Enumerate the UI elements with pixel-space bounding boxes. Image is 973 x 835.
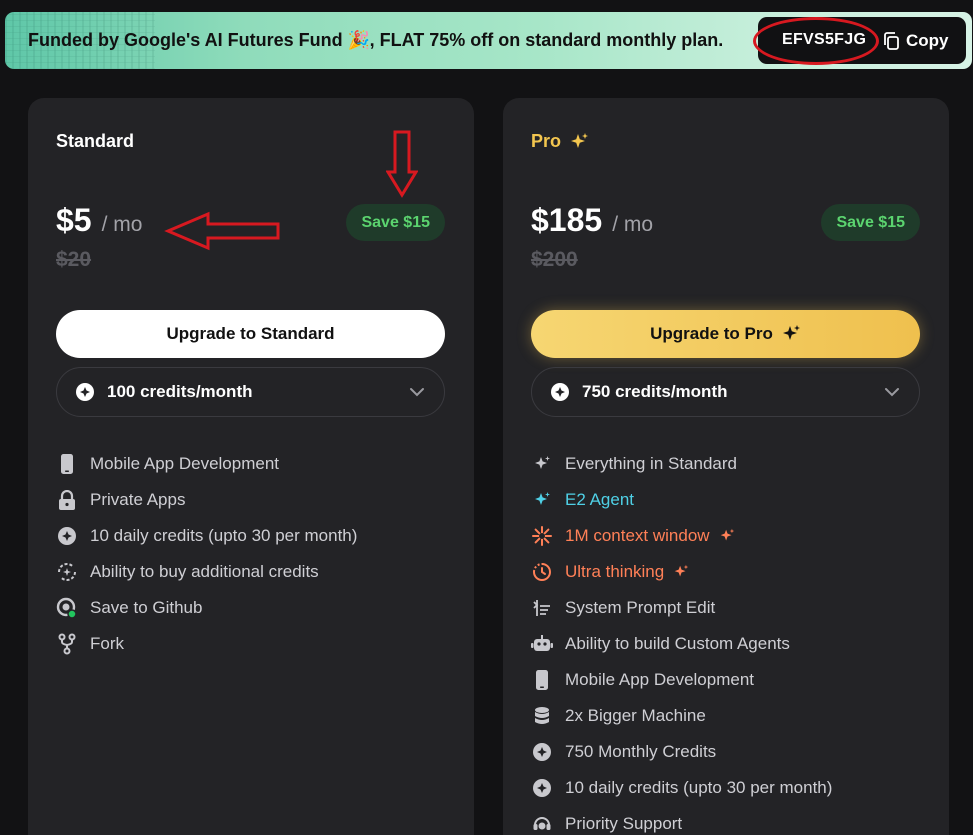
price: $5 bbox=[56, 202, 92, 238]
price-row: $5 / mo bbox=[56, 202, 142, 239]
plan-name-label: Pro bbox=[531, 131, 562, 151]
chevron-down-icon bbox=[885, 388, 899, 397]
database-icon bbox=[531, 705, 553, 727]
feature-item: Priority Support bbox=[531, 806, 832, 835]
credits-value: 100 credits/month bbox=[107, 382, 253, 401]
feature-item: Mobile App Development bbox=[56, 446, 357, 482]
phone-icon bbox=[56, 453, 78, 475]
save-badge: Save $15 bbox=[821, 204, 920, 241]
fork-icon bbox=[56, 633, 78, 655]
feature-label: Ultra thinking bbox=[565, 562, 665, 581]
annotation-circle bbox=[753, 17, 879, 65]
credits-dropdown[interactable]: 750 credits/month bbox=[531, 367, 920, 417]
feature-item: Ultra thinking bbox=[531, 554, 832, 590]
prompt-edit-icon bbox=[531, 597, 553, 619]
credits-value: 750 credits/month bbox=[582, 382, 728, 401]
feature-item: 2x Bigger Machine bbox=[531, 698, 832, 734]
old-price: $200 bbox=[531, 248, 578, 271]
price: $185 bbox=[531, 202, 603, 238]
copy-label: Copy bbox=[906, 31, 949, 50]
feature-label: 10 daily credits (upto 30 per month) bbox=[565, 778, 833, 797]
plan-name: Standard bbox=[56, 131, 135, 151]
price-row: $185 / mo bbox=[531, 202, 653, 239]
feature-label: Everything in Standard bbox=[565, 454, 737, 473]
feature-label: Priority Support bbox=[565, 814, 683, 833]
standard-plan-card: Standard $5 / mo $20 Save $15 Upgrade to… bbox=[28, 98, 474, 835]
support-icon bbox=[531, 813, 553, 835]
feature-label: 2x Bigger Machine bbox=[565, 706, 706, 725]
refresh-credit-icon bbox=[56, 561, 78, 583]
credit-icon bbox=[56, 525, 78, 547]
sparkle-icon bbox=[571, 132, 589, 148]
feature-label: Ability to build Custom Agents bbox=[565, 634, 790, 653]
feature-item: E2 Agent bbox=[531, 482, 832, 518]
feature-label: Save to Github bbox=[90, 598, 203, 617]
lock-icon bbox=[56, 489, 78, 511]
feature-label: Ability to buy additional credits bbox=[90, 562, 319, 581]
sparkle-icon bbox=[531, 453, 553, 475]
credit-icon bbox=[531, 741, 553, 763]
feature-item: Private Apps bbox=[56, 482, 357, 518]
feature-label: Private Apps bbox=[90, 490, 186, 509]
feature-item: Mobile App Development bbox=[531, 662, 832, 698]
save-badge: Save $15 bbox=[346, 204, 445, 241]
price-period: / mo bbox=[612, 213, 654, 236]
robot-icon bbox=[531, 633, 553, 655]
upgrade-label: Upgrade to Standard bbox=[166, 324, 335, 343]
credit-icon bbox=[76, 383, 94, 401]
chevron-down-icon bbox=[410, 388, 424, 397]
upgrade-pro-button[interactable]: Upgrade to Pro bbox=[531, 310, 920, 358]
credits-dropdown[interactable]: 100 credits/month bbox=[56, 367, 445, 417]
party-popper-icon: 🎉 bbox=[347, 30, 371, 50]
feature-item: Fork bbox=[56, 626, 357, 662]
copy-button[interactable]: Copy bbox=[882, 29, 949, 53]
github-icon bbox=[56, 597, 78, 619]
feature-list: Everything in Standard E2 Agent 1M conte… bbox=[531, 446, 832, 835]
price-period: / mo bbox=[101, 213, 143, 236]
feature-label: Mobile App Development bbox=[565, 670, 755, 689]
upgrade-label: Upgrade to Pro bbox=[650, 324, 773, 343]
feature-label: E2 Agent bbox=[565, 490, 635, 509]
feature-label: 1M context window bbox=[565, 526, 710, 545]
clock-icon bbox=[531, 561, 553, 583]
banner-message: Funded by Google's AI Futures Fund 🎉, FL… bbox=[28, 30, 723, 51]
phone-icon bbox=[531, 669, 553, 691]
coupon-box: EFVS5FJG Copy bbox=[753, 17, 966, 65]
banner-text-after: , FLAT 75% off on standard monthly plan. bbox=[369, 30, 724, 50]
feature-item: 10 daily credits (upto 30 per month) bbox=[531, 770, 832, 806]
feature-label: Mobile App Development bbox=[90, 454, 280, 473]
feature-item: Ability to buy additional credits bbox=[56, 554, 357, 590]
sparkle-icon bbox=[672, 563, 690, 581]
feature-label: System Prompt Edit bbox=[565, 598, 716, 617]
feature-item: 10 daily credits (upto 30 per month) bbox=[56, 518, 357, 554]
feature-item: 750 Monthly Credits bbox=[531, 734, 832, 770]
upgrade-standard-button[interactable]: Upgrade to Standard bbox=[56, 310, 445, 358]
feature-item: System Prompt Edit bbox=[531, 590, 832, 626]
feature-label: 10 daily credits (upto 30 per month) bbox=[90, 526, 358, 545]
credit-icon bbox=[551, 383, 569, 401]
sparkle-icon bbox=[718, 527, 736, 545]
credit-icon bbox=[531, 777, 553, 799]
feature-label: Fork bbox=[90, 634, 124, 653]
banner-text-before: Funded by Google's AI Futures Fund bbox=[28, 30, 343, 50]
feature-item: 1M context window bbox=[531, 518, 832, 554]
feature-item: Everything in Standard bbox=[531, 446, 832, 482]
feature-list: Mobile App Development Private Apps 10 d… bbox=[56, 446, 357, 662]
old-price: $20 bbox=[56, 248, 92, 271]
sparkle-icon bbox=[531, 489, 553, 511]
sparkle-icon bbox=[782, 325, 800, 340]
feature-label: 750 Monthly Credits bbox=[565, 742, 717, 761]
burst-icon bbox=[531, 525, 553, 547]
pro-plan-card: Pro $185 / mo $200 Save $15 Upgrade to P… bbox=[503, 98, 949, 835]
feature-item: Save to Github bbox=[56, 590, 357, 626]
copy-icon bbox=[884, 32, 899, 50]
plan-name: Pro bbox=[531, 131, 589, 152]
feature-item: Ability to build Custom Agents bbox=[531, 626, 832, 662]
